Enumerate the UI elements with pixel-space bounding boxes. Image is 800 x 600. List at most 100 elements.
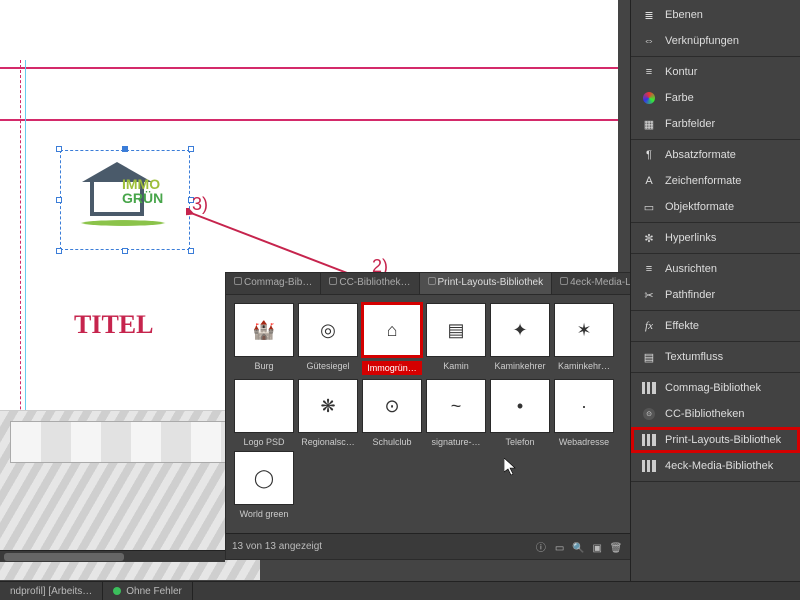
library-item[interactable]: ✶Kaminkehr…	[554, 303, 614, 375]
sidebar-item-label: CC-Bibliotheken	[665, 408, 744, 420]
library-view-icon[interactable]: ▭	[552, 543, 568, 554]
horizontal-guide	[0, 67, 618, 69]
sidebar-panel-pathfinder[interactable]: Pathfinder	[631, 282, 800, 308]
sidebar-panel-commag-bibliothek[interactable]: Commag-Bibliothek	[631, 375, 800, 401]
library-thumbnail: ~	[426, 379, 486, 433]
sidebar-item-label: Ausrichten	[665, 263, 717, 275]
sidebar-item-label: Textumfluss	[665, 351, 723, 363]
link-icon	[641, 34, 657, 48]
sidebar-panel-verkn-pfungen[interactable]: Verknüpfungen	[631, 28, 800, 54]
wrap-icon	[641, 350, 657, 364]
link-icon	[560, 277, 568, 285]
library-item-label: signature-…	[426, 437, 486, 447]
sidebar-panel-objektformate[interactable]: Objektformate	[631, 194, 800, 220]
library-item[interactable]: ⌂Immogrün…	[362, 303, 422, 375]
sidebar-panel-print-layouts-bibliothek[interactable]: Print-Layouts-Bibliothek	[631, 427, 800, 453]
library-info-icon[interactable]: ⓘ	[533, 539, 549, 554]
library-search-icon[interactable]: 🔍	[570, 543, 586, 554]
obj-icon	[641, 200, 657, 214]
status-ok-icon	[113, 587, 121, 595]
resize-handle[interactable]	[188, 146, 194, 152]
resize-handle[interactable]	[122, 146, 128, 152]
resize-handle[interactable]	[56, 146, 62, 152]
library-thumbnail	[234, 379, 294, 433]
library-item[interactable]: ◎Gütesiegel	[298, 303, 358, 375]
library-trash-icon[interactable]: 🗑	[608, 543, 624, 554]
sidebar-item-label: Kontur	[665, 66, 697, 78]
sidebar-item-label: 4eck-Media-Bibliothek	[665, 460, 773, 472]
library-item-label: Webadresse	[554, 437, 614, 447]
library-tab[interactable]: Print-Layouts-Bibliothek	[420, 273, 553, 294]
sidebar-group: Ausrichten Pathfinder	[631, 254, 800, 311]
sidebar-panel-zeichenformate[interactable]: Zeichenformate	[631, 168, 800, 194]
library-item[interactable]: 🏰Burg	[234, 303, 294, 375]
library-tab[interactable]: Commag-Bib…	[226, 273, 321, 294]
sidebar-group: fxEffekte	[631, 311, 800, 342]
library-item[interactable]: Logo PSD	[234, 379, 294, 447]
library-tabs: Commag-Bib…CC-Bibliothek…Print-Layouts-B…	[226, 273, 630, 295]
link-icon	[234, 277, 242, 285]
library-item[interactable]: ◯World green	[234, 451, 294, 519]
library-item[interactable]: ~ signature-…	[426, 379, 486, 447]
sidebar-panel-kontur[interactable]: Kontur	[631, 59, 800, 85]
sidebar-item-label: Objektformate	[665, 201, 734, 213]
library-item-label: Schulclub	[362, 437, 422, 447]
mouse-cursor	[504, 458, 516, 476]
library-item[interactable]: · Webadresse	[554, 379, 614, 447]
library-item-label: Telefon	[490, 437, 550, 447]
align-icon	[641, 262, 657, 276]
logo-swoosh	[68, 219, 178, 227]
document-tab[interactable]: ndprofil] [Arbeits…	[0, 582, 103, 600]
link-icon	[329, 277, 337, 285]
library-thumbnail: •	[490, 379, 550, 433]
sidebar-group: Textumfluss	[631, 342, 800, 373]
sidebar-item-label: Ebenen	[665, 9, 703, 21]
title-text-frame[interactable]: TITEL	[74, 312, 154, 338]
library-item[interactable]: ⊙Schulclub	[362, 379, 422, 447]
logo-text-line2: GRÜN	[122, 190, 163, 206]
library-thumbnail: ✶	[554, 303, 614, 357]
sidebar-item-label: Farbe	[665, 92, 694, 104]
library-item-label: Regionalsc…	[298, 437, 358, 447]
sidebar-panel-farbe[interactable]: Farbe	[631, 85, 800, 111]
library-item-label: Gütesiegel	[298, 361, 358, 371]
sidebar-panel-farbfelder[interactable]: Farbfelder	[631, 111, 800, 137]
library-item[interactable]: • Telefon	[490, 379, 550, 447]
sidebar-panel-textumfluss[interactable]: Textumfluss	[631, 344, 800, 370]
sidebar-panel--eck-media-bibliothek[interactable]: 4eck-Media-Bibliothek	[631, 453, 800, 479]
library-tab[interactable]: CC-Bibliothek…	[321, 273, 419, 294]
swatch-icon	[641, 117, 657, 131]
library-item[interactable]: ✦Kaminkehrer	[490, 303, 550, 375]
sidebar-panel-absatzformate[interactable]: Absatzformate	[631, 142, 800, 168]
scrollbar-thumb[interactable]	[4, 553, 124, 561]
sidebar-item-label: Hyperlinks	[665, 232, 716, 244]
sidebar-panel-effekte[interactable]: fxEffekte	[631, 313, 800, 339]
preflight-status[interactable]: Ohne Fehler	[103, 582, 193, 600]
app-status-bar: ndprofil] [Arbeits… Ohne Fehler	[0, 581, 800, 600]
library-thumbnail: 🏰	[234, 303, 294, 357]
path-icon	[641, 288, 657, 302]
lib-icon	[641, 381, 657, 395]
library-panel: Commag-Bib…CC-Bibliothek…Print-Layouts-B…	[225, 272, 631, 560]
sidebar-panel-ausrichten[interactable]: Ausrichten	[631, 256, 800, 282]
panels-sidebar: Ebenen Verknüpfungen Kontur Farbe Farbfelder…	[630, 0, 800, 581]
library-status-text: 13 von 13 angezeigt	[232, 541, 322, 552]
stroke-icon	[641, 65, 657, 79]
sidebar-item-label: Zeichenformate	[665, 175, 741, 187]
resize-handle[interactable]	[122, 248, 128, 254]
horizontal-scrollbar[interactable]	[0, 550, 225, 562]
library-new-icon[interactable]: ▣	[589, 543, 605, 554]
library-thumbnail: ❋	[298, 379, 358, 433]
library-item[interactable]: ▤Kamin	[426, 303, 486, 375]
library-thumbnail: ·	[554, 379, 614, 433]
fx-icon: fx	[641, 319, 657, 333]
library-item[interactable]: ❋ Regionalsc…	[298, 379, 358, 447]
selected-placed-logo[interactable]: IMMO GRÜN	[60, 150, 190, 250]
library-item-label: Immogrün…	[362, 361, 422, 375]
resize-handle[interactable]	[56, 197, 62, 203]
sidebar-panel-ebenen[interactable]: Ebenen	[631, 2, 800, 28]
sidebar-panel-hyperlinks[interactable]: Hyperlinks	[631, 225, 800, 251]
resize-handle[interactable]	[56, 248, 62, 254]
sidebar-item-label: Verknüpfungen	[665, 35, 739, 47]
sidebar-panel-cc-bibliotheken[interactable]: ⊙CC-Bibliotheken	[631, 401, 800, 427]
